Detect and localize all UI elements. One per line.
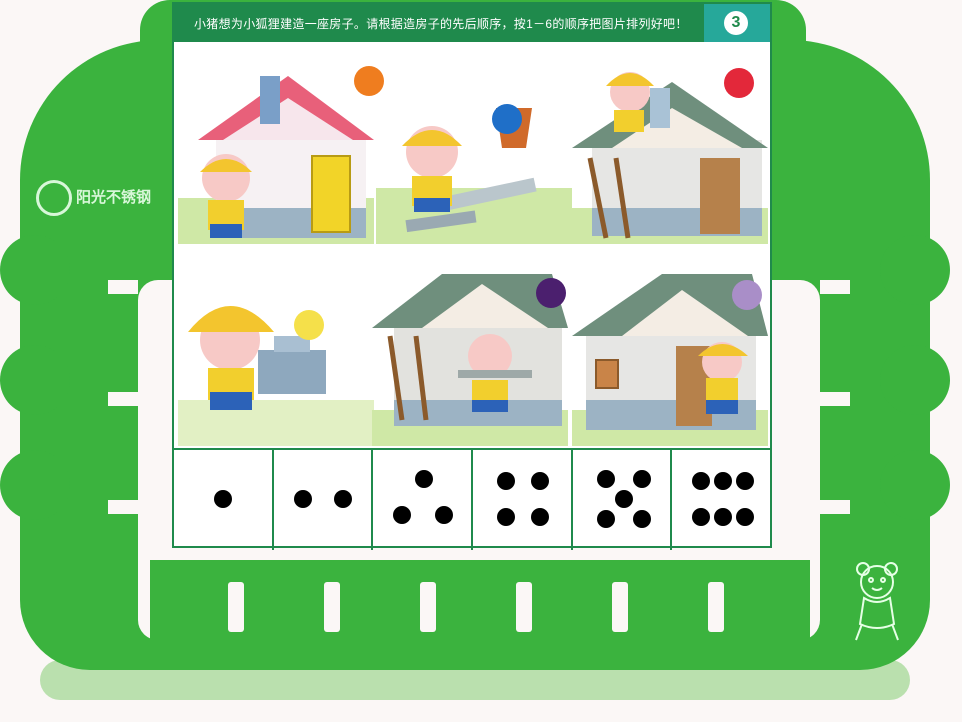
bear-mascot-icon	[855, 562, 899, 641]
page-number: 3	[724, 11, 748, 35]
color-dot-red	[724, 68, 754, 98]
board-slot	[612, 582, 628, 632]
dice-pip	[632, 510, 651, 528]
dice-3[interactable]	[373, 450, 474, 550]
dice-5[interactable]	[573, 450, 673, 550]
board-slot	[420, 582, 436, 632]
board-slot	[228, 582, 244, 632]
dice-6[interactable]	[672, 450, 770, 550]
dice-pip	[497, 508, 516, 526]
board-notch	[108, 280, 138, 294]
dice-2[interactable]	[274, 450, 374, 550]
brand-logo: 阳光不锈钢	[36, 180, 151, 216]
dice-pip	[435, 506, 454, 524]
panel-pig-carrying-plank-into-house[interactable]	[372, 250, 568, 446]
board-knob-right-1	[880, 235, 950, 305]
color-dot-dark-purple	[536, 278, 566, 308]
sun-icon	[36, 180, 72, 216]
board-notch	[108, 392, 138, 406]
board-notch	[108, 500, 138, 514]
board-knob-left-1	[0, 235, 70, 305]
panel-pig-painting-finished-house[interactable]	[178, 48, 374, 244]
color-dot-lavender	[732, 280, 762, 310]
dice-answer-row	[174, 448, 770, 550]
dice-pip	[714, 508, 733, 526]
dice-pip	[531, 508, 550, 526]
board-slot	[516, 582, 532, 632]
dice-1[interactable]	[174, 450, 274, 550]
color-dot-yellow	[294, 310, 324, 340]
sequencing-card: 小猪想为小狐狸建造一座房子。请根据造房子的先后顺序，按1－6的顺序把图片排列好吧…	[172, 2, 772, 550]
instruction-text: 小猪想为小狐狸建造一座房子。请根据造房子的先后顺序，按1－6的顺序把图片排列好吧…	[194, 17, 688, 31]
board-knob-left-3	[0, 450, 70, 520]
board-notch	[820, 392, 850, 406]
dice-pip	[333, 490, 352, 508]
dice-pip	[596, 510, 615, 528]
dice-pip	[293, 490, 312, 508]
dice-pip	[596, 470, 615, 488]
header-bar: 小猪想为小狐狸建造一座房子。请根据造房子的先后顺序，按1－6的顺序把图片排列好吧…	[174, 4, 770, 42]
board-knob-right-3	[880, 450, 950, 520]
dice-pip	[692, 508, 711, 526]
dice-pip	[214, 490, 232, 508]
panel-pig-gathering-materials[interactable]	[376, 48, 572, 244]
color-dot-blue	[492, 104, 522, 134]
dice-pip	[393, 506, 412, 524]
board-knob-left-2	[0, 345, 70, 415]
panel-pig-opening-house-door[interactable]	[572, 250, 768, 446]
board-notch	[820, 280, 850, 294]
dice-pip	[614, 490, 633, 508]
board-slot	[324, 582, 340, 632]
dice-4[interactable]	[473, 450, 573, 550]
dice-pip	[415, 470, 434, 488]
board-knob-right-2	[880, 345, 950, 415]
board-slot	[708, 582, 724, 632]
board-notch	[820, 500, 850, 514]
dice-pip	[692, 472, 711, 490]
dice-pip	[714, 472, 733, 490]
dice-pip	[736, 472, 755, 490]
page-number-box: 3	[704, 4, 770, 42]
dice-pip	[632, 470, 651, 488]
dice-pip	[531, 472, 550, 490]
panel-pig-stacking-bricks[interactable]	[178, 250, 374, 446]
dice-pip	[736, 508, 755, 526]
dice-pip	[497, 472, 516, 490]
brand-logo-text: 阳光不锈钢	[76, 188, 152, 206]
